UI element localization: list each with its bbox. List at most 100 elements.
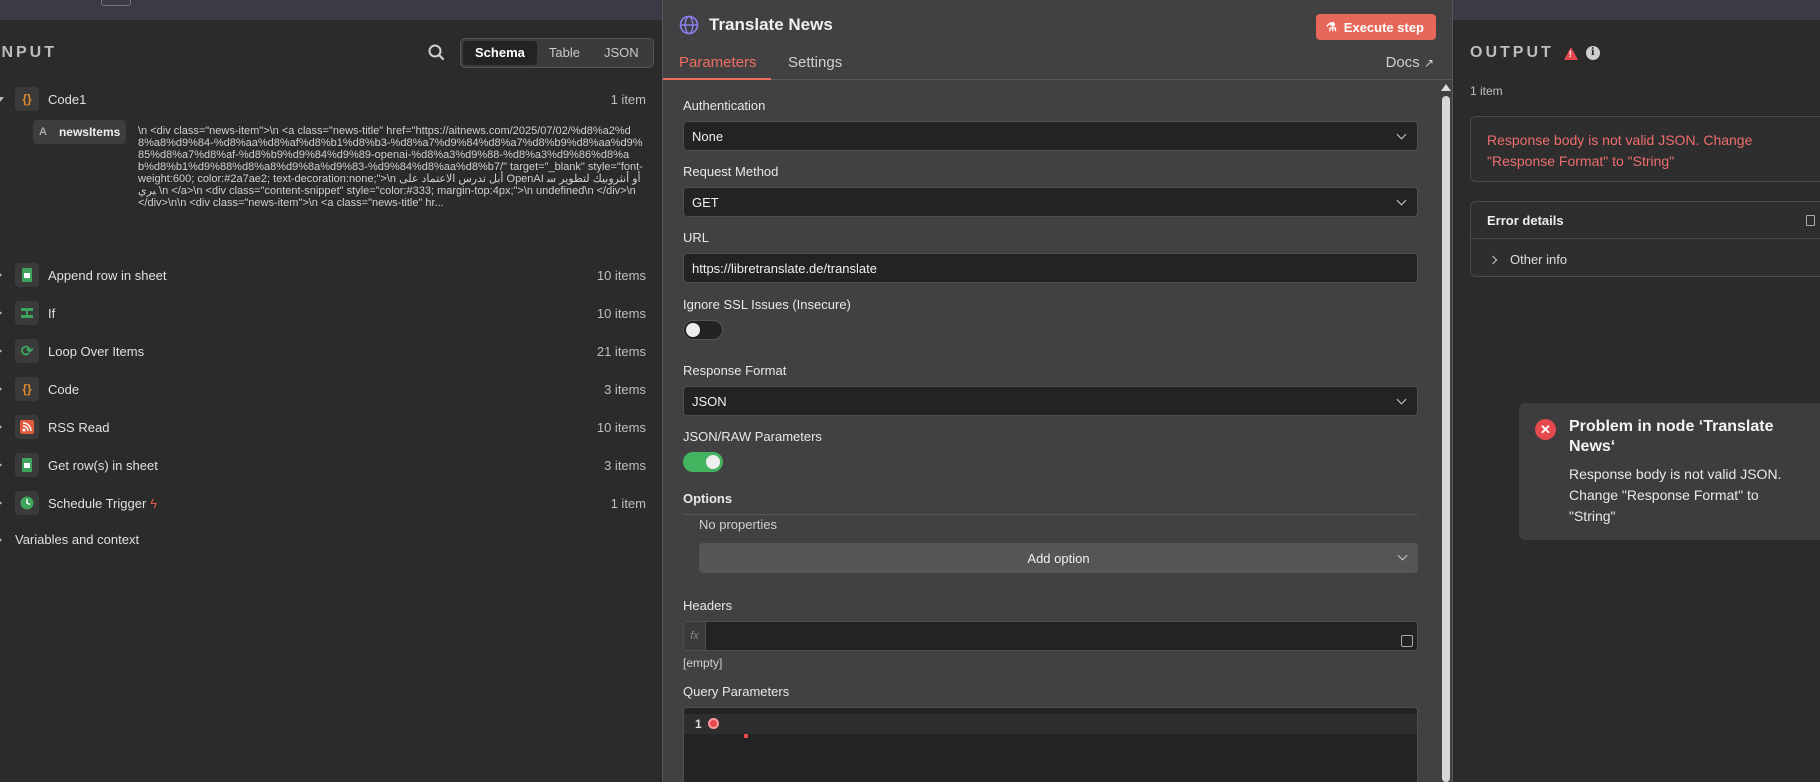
node-title-text: Translate News: [709, 15, 833, 34]
options-label: Options: [683, 491, 733, 506]
search-icon[interactable]: [426, 42, 448, 64]
auth-group: Authentication None: [683, 98, 1418, 151]
expand-caret-icon[interactable]: [0, 499, 2, 507]
info-icon[interactable]: i: [1585, 46, 1600, 60]
error-close-icon[interactable]: ✕: [1535, 419, 1556, 440]
scroll-up-icon[interactable]: [1441, 84, 1451, 91]
node-row-get-rows-in-sheet[interactable]: Get row(s) in sheet 3 items: [0, 446, 662, 484]
method-label: Request Method: [683, 164, 779, 179]
rss-icon: [15, 415, 39, 439]
json-raw-group: JSON/RAW Parameters: [683, 429, 1418, 472]
url-input[interactable]: https://libretranslate.de/translate: [683, 253, 1418, 283]
field-name: newsItems: [58, 125, 121, 139]
other-info-label: Other info: [1510, 252, 1568, 267]
expand-caret-icon[interactable]: [0, 347, 2, 355]
expand-caret-icon[interactable]: [0, 385, 2, 393]
node-row-code1[interactable]: {} Code1 1 item: [0, 80, 662, 118]
input-panel: INPUT Schema Table JSON {} Code1 1 item …: [0, 20, 662, 782]
trigger-bolt-icon: ϟ: [150, 495, 158, 511]
sheets-icon: [15, 453, 39, 477]
method-group: Request Method GET: [683, 164, 1418, 217]
copy-icon[interactable]: [1806, 215, 1815, 226]
other-info-toggle[interactable]: Other info: [1487, 252, 1567, 267]
node-row-label: RSS Read: [48, 419, 110, 435]
headers-empty-hint: [empty]: [683, 656, 723, 670]
expand-caret-icon[interactable]: [0, 309, 2, 317]
expand-caret-icon[interactable]: [0, 461, 2, 469]
collapse-caret-icon[interactable]: [0, 97, 4, 102]
query-parameters-group: Query Parameters 1: [683, 684, 1418, 782]
ssl-toggle[interactable]: [683, 320, 723, 340]
output-panel-title: OUTPUT i: [1470, 44, 1600, 62]
panel-scrollbar[interactable]: [1440, 82, 1451, 782]
execute-step-button[interactable]: ⚗ Execute step: [1316, 14, 1436, 40]
sheets-icon: [15, 263, 39, 287]
view-tab-json[interactable]: JSON: [592, 41, 651, 65]
response-format-group: Response Format JSON: [683, 363, 1418, 416]
node-row-label: Get row(s) in sheet: [48, 457, 158, 473]
external-link-icon: ↗: [1423, 56, 1434, 70]
node-row-loop-over-items[interactable]: ⟳ Loop Over Items 21 items: [0, 332, 662, 370]
chevron-down-icon: [1396, 129, 1407, 140]
expand-editor-icon[interactable]: [1401, 635, 1413, 647]
schema-field-newsitems: A newsItems \n <div class="news-item">\n…: [0, 118, 662, 256]
view-tab-table[interactable]: Table: [537, 41, 592, 65]
code-braces-icon: {}: [15, 87, 39, 111]
auth-select[interactable]: None: [683, 121, 1418, 151]
headers-label: Headers: [683, 598, 733, 613]
docs-link[interactable]: Docs ↗: [1386, 54, 1434, 71]
auth-value: None: [692, 128, 724, 144]
top-bar-button[interactable]: [101, 0, 131, 6]
method-select[interactable]: GET: [683, 187, 1418, 217]
warning-icon: [1563, 46, 1578, 60]
tab-settings[interactable]: Settings: [788, 54, 842, 71]
error-details-header: Error details: [1471, 202, 1820, 239]
url-group: URL https://libretranslate.de/translate: [683, 230, 1418, 283]
node-row-count: 3 items: [604, 457, 646, 473]
no-properties-text: No properties: [699, 517, 778, 532]
globe-icon: [679, 15, 699, 35]
node-row-if[interactable]: If 10 items: [0, 294, 662, 332]
scrollbar-thumb[interactable]: [1442, 96, 1450, 782]
node-title: Translate News: [679, 15, 833, 35]
node-row-count: 1 item: [610, 91, 646, 107]
line-number: 1: [695, 717, 702, 731]
node-row-count: 10 items: [596, 305, 646, 321]
expand-caret-icon[interactable]: [0, 271, 2, 279]
json-raw-toggle[interactable]: [683, 452, 723, 472]
expand-caret-icon[interactable]: [0, 536, 2, 544]
add-option-button[interactable]: Add option: [699, 543, 1418, 573]
node-row-schedule-trigger[interactable]: Schedule Trigger ϟ 1 item: [0, 484, 662, 522]
node-row-count: 1 item: [610, 495, 646, 511]
options-divider: [683, 514, 1418, 515]
headers-expression-input[interactable]: fx: [683, 621, 1418, 651]
toast-message: Response body is not valid JSON. Change …: [1569, 466, 1782, 524]
output-panel: OUTPUT i 1 item Response body is not val…: [1454, 20, 1820, 782]
loop-icon: ⟳: [15, 339, 39, 363]
tab-parameters[interactable]: Parameters: [679, 54, 757, 71]
field-chip[interactable]: A newsItems: [33, 120, 127, 144]
response-format-select[interactable]: JSON: [683, 386, 1418, 416]
response-format-label: Response Format: [683, 363, 787, 378]
node-row-code[interactable]: {} Code 3 items: [0, 370, 662, 408]
docs-label: Docs: [1385, 54, 1420, 71]
expand-caret-icon[interactable]: [0, 423, 2, 431]
error-message: Response body is not valid JSON. Change …: [1487, 132, 1753, 169]
node-row-append-row-in-sheet[interactable]: Append row in sheet 10 items: [0, 256, 662, 294]
field-value: \n <div class="news-item">\n <a class="n…: [138, 125, 643, 209]
variables-and-context[interactable]: Variables and context: [0, 522, 662, 558]
view-tab-schema[interactable]: Schema: [463, 41, 537, 65]
node-row-label: Loop Over Items: [48, 343, 145, 359]
clock-icon: [15, 491, 39, 515]
chevron-down-icon: [1396, 394, 1407, 405]
toast-title: Problem in node ‘Translate News‘: [1569, 418, 1774, 455]
error-marker-icon: [708, 718, 719, 729]
node-row-rss-read[interactable]: RSS Read 10 items: [0, 408, 662, 446]
query-parameters-editor[interactable]: 1: [683, 707, 1418, 782]
if-branch-icon: [15, 301, 39, 325]
node-row-label: Code1: [48, 91, 87, 107]
execute-step-label: Execute step: [1343, 19, 1424, 35]
code-line: 1: [684, 714, 1417, 738]
flask-icon: ⚗: [1326, 20, 1337, 34]
string-type-icon: A: [39, 126, 47, 138]
